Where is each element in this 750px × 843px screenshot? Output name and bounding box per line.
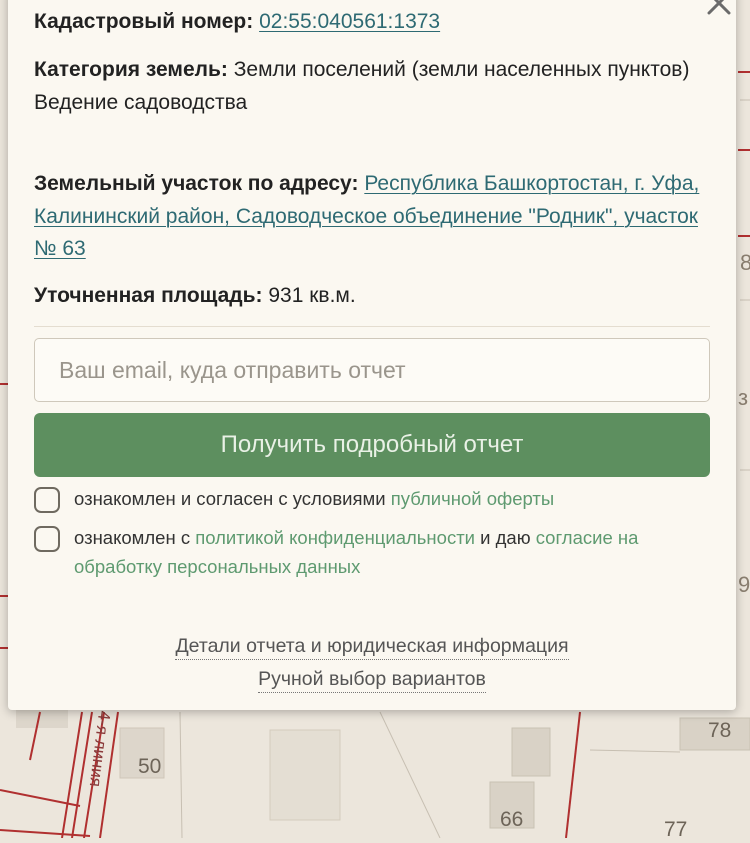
get-report-button[interactable]: Получить подробный отчет bbox=[34, 413, 710, 477]
address-label: Земельный участок по адресу: bbox=[34, 172, 359, 195]
close-icon bbox=[707, 0, 731, 15]
map-building bbox=[269, 729, 341, 821]
privacy-consent-text: ознакомлен с политикой конфиденциальност… bbox=[74, 523, 714, 581]
map-building bbox=[511, 727, 551, 777]
land-category-label: Категория земель: bbox=[34, 58, 228, 81]
privacy-consent-label: ознакомлен с bbox=[74, 527, 196, 548]
privacy-consent-checkbox[interactable] bbox=[34, 526, 60, 552]
area-value: 931 кв.м. bbox=[268, 284, 356, 307]
house-number-label: 66 bbox=[500, 808, 524, 831]
manual-selection-label: Ручной выбор вариантов bbox=[258, 668, 486, 693]
cadastral-number-label: Кадастровый номер: bbox=[34, 10, 254, 33]
map-edge-label: з bbox=[738, 385, 749, 410]
privacy-consent-middle: и даю bbox=[475, 527, 536, 548]
map-edge-label: 8 bbox=[740, 250, 750, 275]
report-details-link[interactable]: Детали отчета и юридическая информация bbox=[8, 635, 736, 660]
area-label: Уточненная площадь: bbox=[34, 284, 263, 307]
privacy-policy-link[interactable]: политикой конфиденциальности bbox=[195, 527, 475, 548]
manual-selection-link[interactable]: Ручной выбор вариантов bbox=[8, 668, 736, 693]
land-category-value: Земли поселений (земли населенных пункто… bbox=[233, 58, 690, 81]
house-number-label: 77 bbox=[664, 818, 688, 841]
area-row: Уточненная площадь: 931 кв.м. bbox=[34, 280, 704, 313]
close-button[interactable] bbox=[698, 0, 738, 24]
divider bbox=[34, 326, 710, 327]
map-edge-label: 9 bbox=[738, 572, 750, 597]
report-details-label: Детали отчета и юридическая информация bbox=[175, 635, 569, 660]
address-row: Земельный участок по адресу: Республика … bbox=[34, 168, 704, 266]
public-offer-link[interactable]: публичной оферты bbox=[391, 488, 554, 509]
house-number-label: 78 bbox=[708, 719, 732, 742]
email-input[interactable] bbox=[34, 338, 710, 402]
offer-consent-text: ознакомлен и согласен с условиями публич… bbox=[74, 484, 714, 513]
land-usage-value: Ведение садоводства bbox=[34, 90, 248, 114]
house-number-label: 50 bbox=[138, 755, 162, 778]
cadastral-number-row: Кадастровый номер: 02:55:040561:1373 bbox=[34, 6, 704, 39]
cadastral-number-link[interactable]: 02:55:040561:1373 bbox=[259, 10, 440, 33]
land-category-row: Категория земель: Земли поселений (земли… bbox=[34, 54, 704, 119]
offer-consent-checkbox[interactable] bbox=[34, 487, 60, 513]
offer-consent-label: ознакомлен и согласен с условиями bbox=[74, 488, 391, 509]
parcel-info-popup: Кадастровый номер: 02:55:040561:1373 Кат… bbox=[8, 0, 736, 710]
